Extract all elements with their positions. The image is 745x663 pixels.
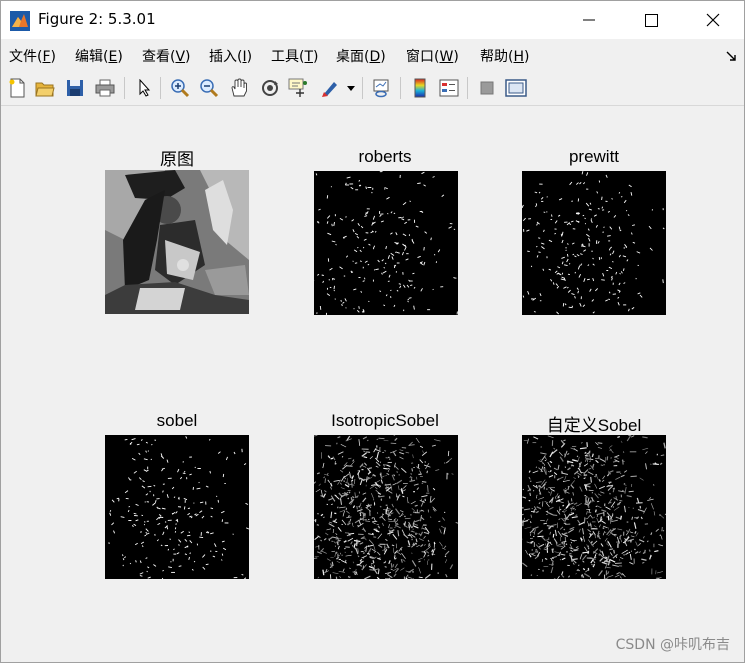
watermark-text: CSDN @咔叽布吉 [615,637,730,653]
menu-tools[interactable]: 工具(T) [271,46,319,66]
legend-icon[interactable] [437,76,461,100]
matlab-app-icon [10,11,30,31]
figure-window: Figure 2: 5.3.01 文件(F) 编辑(E) 查看(V) 插入(I)… [0,0,745,663]
rotate-3d-icon[interactable] [258,76,282,100]
show-plot-tools-icon[interactable] [504,76,528,100]
subplot-title-isotropicsobel: IsotropicSobel [331,411,439,430]
data-cursor-icon[interactable] [287,76,311,100]
zoom-out-icon[interactable] [197,76,221,100]
toolbar-separator [124,77,125,99]
menu-window[interactable]: 窗口(W) [406,46,459,66]
subplot-title-custom-sobel: 自定义Sobel [546,416,642,435]
roberts-edge-image [314,171,458,315]
menu-desktop[interactable]: 桌面(D) [336,46,386,66]
prewitt-edge-image [522,171,666,315]
subplot-title-original: 原图 [160,150,194,169]
menu-view[interactable]: 查看(V) [142,46,191,66]
toolbar-separator [362,77,363,99]
close-button[interactable] [690,1,736,39]
sobel-edge-image [105,435,249,579]
print-icon[interactable] [93,76,117,100]
window-title: Figure 2: 5.3.01 [38,10,156,28]
custom-sobel-edge-image [522,435,666,579]
zoom-in-icon[interactable] [168,76,192,100]
pointer-icon[interactable] [133,76,157,100]
brush-icon[interactable] [319,76,343,100]
toolbar-separator [400,77,401,99]
colorbar-icon[interactable] [408,76,432,100]
isotropicsobel-edge-image [314,435,458,579]
pan-hand-icon[interactable] [227,76,251,100]
subplot-title-sobel: sobel [156,411,198,430]
figure-toolbar [1,71,744,106]
toolbar-separator [160,77,161,99]
dock-figure-icon[interactable] [726,51,736,64]
subplot-title-roberts: roberts [358,147,412,166]
link-plot-icon[interactable] [370,76,394,100]
subplot-title-prewitt: prewitt [568,147,620,166]
maximize-button[interactable] [628,1,674,39]
minimize-button[interactable] [566,1,612,39]
original-grayscale-image [105,170,249,314]
title-bar: Figure 2: 5.3.01 [1,1,744,39]
menu-edit[interactable]: 编辑(E) [75,46,123,66]
menu-bar: 文件(F) 编辑(E) 查看(V) 插入(I) 工具(T) 桌面(D) 窗口(W… [1,41,744,69]
open-file-icon[interactable] [33,76,57,100]
menu-insert[interactable]: 插入(I) [209,46,252,66]
save-icon[interactable] [63,76,87,100]
toolbar-separator [467,77,468,99]
figure-canvas: 原图 roberts prewitt sobel IsotropicSobel … [1,106,744,662]
brush-dropdown-icon[interactable] [345,76,357,100]
new-figure-icon[interactable] [5,76,29,100]
hide-plot-tools-icon[interactable] [475,76,499,100]
menu-help[interactable]: 帮助(H) [480,46,529,66]
menu-file[interactable]: 文件(F) [9,46,56,66]
